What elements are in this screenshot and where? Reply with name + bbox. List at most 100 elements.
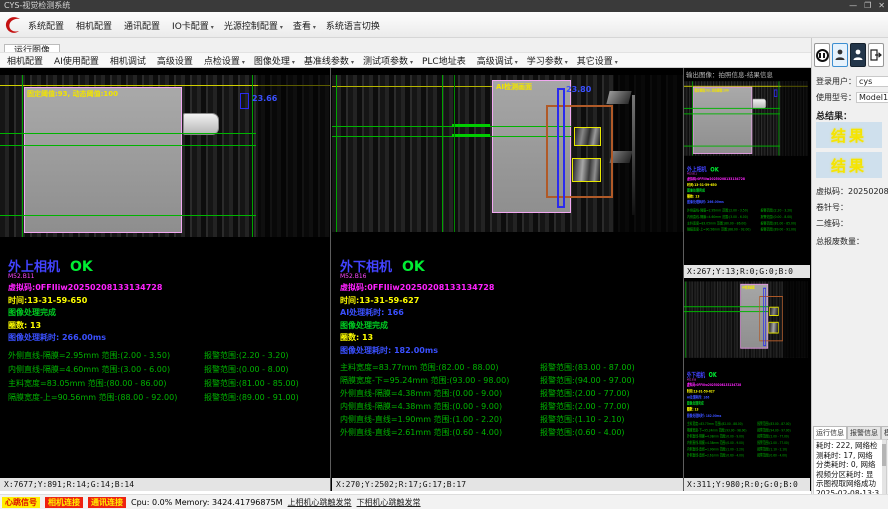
measurement-row: 内侧直线-直线=1.90mm 范围:(1.00 - 2.20)报警范围:(1.1… bbox=[340, 414, 681, 427]
login-user-field[interactable]: cys bbox=[856, 76, 888, 87]
measurement-row: 内侧直线-隔膜=4.38mm 范围:(0.00 - 9.00)报警范围:(2.0… bbox=[340, 401, 681, 414]
qr-code-label: 二维码： bbox=[816, 218, 848, 229]
toolbar-item-plc-address[interactable]: PLC地址表 bbox=[422, 54, 468, 67]
maximize-button[interactable]: ❐ bbox=[864, 0, 871, 12]
toolbar-item-learning-params[interactable]: 学习参数▾ bbox=[527, 54, 568, 67]
menu-item-comm-config[interactable]: 通讯配置 bbox=[124, 19, 162, 32]
comm-connection-badge: 通讯连接 bbox=[88, 497, 126, 508]
menu-item-light-config[interactable]: 光源控制配置▾ bbox=[224, 19, 283, 32]
close-button[interactable]: ✕ bbox=[878, 0, 885, 12]
metal-highlight bbox=[606, 91, 631, 104]
toolbar-item-ai-config[interactable]: AI使用配置 bbox=[54, 54, 101, 67]
mini-camera-view: 固定阈值:93, 动态阈值:100 bbox=[684, 81, 808, 156]
main-area: 固定阈值:93, 动态阈值:100 23.66 外上相机OK M52.B11 虚… bbox=[0, 68, 811, 491]
roi-blue-rect bbox=[763, 288, 766, 346]
mini-result-text: 外上相机OK M52.B11 虚拟码:0FFIIiw20250208133134… bbox=[687, 164, 807, 233]
cpu-memory-status: Cpu: 0.0% Memory: 3424.41796875M bbox=[131, 498, 283, 507]
toolbar-item-advanced-settings[interactable]: 高级设置 bbox=[157, 54, 195, 67]
measure-value-blue: 23.66 bbox=[252, 94, 277, 103]
side-panel: 登录用户：cys 使用型号：Model1 总结果： 结果 结果 虚拟码：2025… bbox=[811, 38, 888, 500]
roi-blue-rect bbox=[240, 93, 249, 109]
toolbar-item-baseline-params[interactable]: 基准线参数▾ bbox=[304, 54, 354, 67]
product-region: 固定阈值:93, 动态阈值:100 bbox=[693, 87, 752, 154]
toolbar-item-spot-check[interactable]: 点检设置▾ bbox=[204, 54, 245, 67]
minimize-button[interactable]: — bbox=[849, 0, 857, 12]
model-field[interactable]: Model1 bbox=[856, 92, 888, 103]
menu-item-camera-config[interactable]: 相机配置 bbox=[76, 19, 114, 32]
mini-view-column: 输出图像：拍照信息-结果信息 固定阈值:93, 动态阈值:100 bbox=[684, 68, 810, 491]
menu-item-system-config[interactable]: 系统配置 bbox=[28, 19, 66, 32]
done-line: 图像处理完成 bbox=[8, 307, 328, 320]
app-window: CYS-视觉检测系统 — ❐ ✕ 系统配置 相机配置 通讯配置 IO卡配置▾ 光… bbox=[0, 0, 888, 522]
defect-box-yellow bbox=[574, 127, 601, 146]
chevron-down-icon: ▾ bbox=[242, 59, 245, 66]
time-line: 时间:13-31-59-650 bbox=[8, 295, 328, 308]
result-text-block: 外上相机OK M52.B11 虚拟码:0FFIIiw20250208133134… bbox=[8, 256, 328, 406]
mini-result-text: 外下相机OK M52.B16 虚拟码:0FFIIiw20250208133134… bbox=[687, 370, 807, 460]
admin-user-icon bbox=[853, 49, 863, 61]
pixel-coordinate-bar: X:7677;Y:891;R:14;G:14;B:14 bbox=[0, 478, 330, 491]
exit-button[interactable] bbox=[868, 43, 884, 67]
chevron-down-icon: ▾ bbox=[313, 24, 316, 31]
log-scrollbar[interactable] bbox=[882, 440, 886, 498]
tab-module-info[interactable]: 模块信息 bbox=[881, 426, 888, 440]
mini-view-upper[interactable]: 固定阈值:93, 动态阈值:100 外上相机OK M52.B11 虚拟码:0 bbox=[684, 78, 810, 265]
toolbar-item-advanced-debug[interactable]: 高级调试▾ bbox=[477, 54, 518, 67]
camera-view-lower[interactable]: AI检测画面 23.80 bbox=[332, 75, 683, 232]
defect-box-yellow bbox=[768, 322, 778, 334]
menu-item-view[interactable]: 查看▾ bbox=[293, 19, 316, 32]
count-line: 圈数: 13 bbox=[340, 332, 681, 345]
chevron-down-icon: ▾ bbox=[615, 59, 618, 66]
menu-item-language-switch[interactable]: 系统语言切换 bbox=[326, 19, 382, 32]
toolbar-item-camera-debug[interactable]: 相机调试 bbox=[110, 54, 148, 67]
measure-line-green-vertical bbox=[692, 81, 693, 156]
toolbar-item-camera-config[interactable]: 相机配置 bbox=[7, 54, 45, 67]
measurement-row: 主料宽度=83.77mm 范围:(82.00 - 88.00)报警范围:(83.… bbox=[340, 362, 681, 375]
login-user-button[interactable] bbox=[832, 43, 848, 67]
model-label: 使用型号： bbox=[816, 93, 856, 102]
exit-door-icon bbox=[870, 49, 882, 61]
chevron-down-icon: ▾ bbox=[565, 59, 568, 66]
threshold-overlay-text: 固定阈值:93, 动态阈值:100 bbox=[27, 89, 118, 99]
login-user-row: 登录用户：cys bbox=[816, 76, 888, 87]
menu-item-io-config[interactable]: IO卡配置▾ bbox=[172, 19, 214, 32]
toolbar-item-image-processing[interactable]: 图像处理▾ bbox=[254, 54, 295, 67]
measurement-row: 外侧直线-直线=2.61mm 范围:(0.60 - 4.00)报警范围:(0.6… bbox=[340, 427, 681, 440]
admin-button[interactable] bbox=[850, 43, 866, 67]
dark-machinery-overlay bbox=[781, 81, 808, 156]
tab-run-info[interactable]: 运行信息 bbox=[813, 426, 847, 440]
panel-divider bbox=[330, 68, 331, 491]
toolbar-item-test-params[interactable]: 测试项参数▾ bbox=[363, 54, 413, 67]
product-region: 固定阈值:93, 动态阈值:100 bbox=[24, 87, 182, 233]
camera-view-upper[interactable]: 固定阈值:93, 动态阈值:100 23.66 bbox=[0, 75, 330, 237]
measure-line-green-vertical bbox=[442, 75, 443, 232]
measure-line-green-vertical bbox=[685, 281, 686, 357]
tab-alarm-info[interactable]: 报警信息 bbox=[847, 426, 881, 440]
user-icon bbox=[835, 49, 845, 61]
titlebar: CYS-视觉检测系统 — ❐ ✕ bbox=[0, 0, 888, 12]
measure-line-green-vertical bbox=[454, 75, 455, 232]
measure-line-green-vertical bbox=[336, 75, 337, 232]
ok-status: OK bbox=[402, 259, 425, 275]
pause-button[interactable] bbox=[814, 43, 830, 67]
result-text-block: 外下相机OK M52.B16 虚拟码:0FFIIiw20250208133134… bbox=[340, 256, 681, 440]
scrap-count-label: 总报废数量： bbox=[816, 236, 864, 247]
toolbar-item-other-settings[interactable]: 其它设置▾ bbox=[577, 54, 618, 67]
pixel-coordinate-bar: X:270;Y:2502;R:17;G:17;B:17 bbox=[332, 478, 683, 491]
virtual-code-row: 虚拟码：20250208 bbox=[816, 186, 888, 197]
measurement-rows: 主料宽度=83.77mm 范围:(82.00 - 88.00)报警范围:(83.… bbox=[340, 362, 681, 440]
count-line: 圈数: 13 bbox=[8, 320, 328, 333]
roi-blue-rect bbox=[557, 88, 565, 208]
status-bar: 心跳信号 相机连接 通讯连接 Cpu: 0.0% Memory: 3424.41… bbox=[0, 494, 888, 509]
virtual-code-value: 20250208 bbox=[848, 187, 888, 196]
measure-line-green bbox=[684, 311, 768, 312]
log-output[interactable]: 耗时: 222, 网络检测耗时: 17, 网络分类耗时: 0, 网络视频分区耗时… bbox=[813, 439, 887, 499]
chevron-down-icon: ▾ bbox=[292, 59, 295, 66]
measure-line-green bbox=[0, 215, 256, 216]
done-line: 图像处理完成 bbox=[340, 320, 681, 333]
measure-line-green bbox=[684, 306, 768, 307]
camera-panel-upper: 固定阈值:93, 动态阈值:100 23.66 外上相机OK M52.B11 虚… bbox=[0, 68, 330, 491]
chevron-down-icon: ▾ bbox=[410, 59, 413, 66]
tab-piece bbox=[183, 113, 219, 135]
mini-view-lower[interactable]: AI检测画面 外下相机OK M52.B16 虚拟码:0FFIIiw20250 bbox=[684, 278, 810, 478]
